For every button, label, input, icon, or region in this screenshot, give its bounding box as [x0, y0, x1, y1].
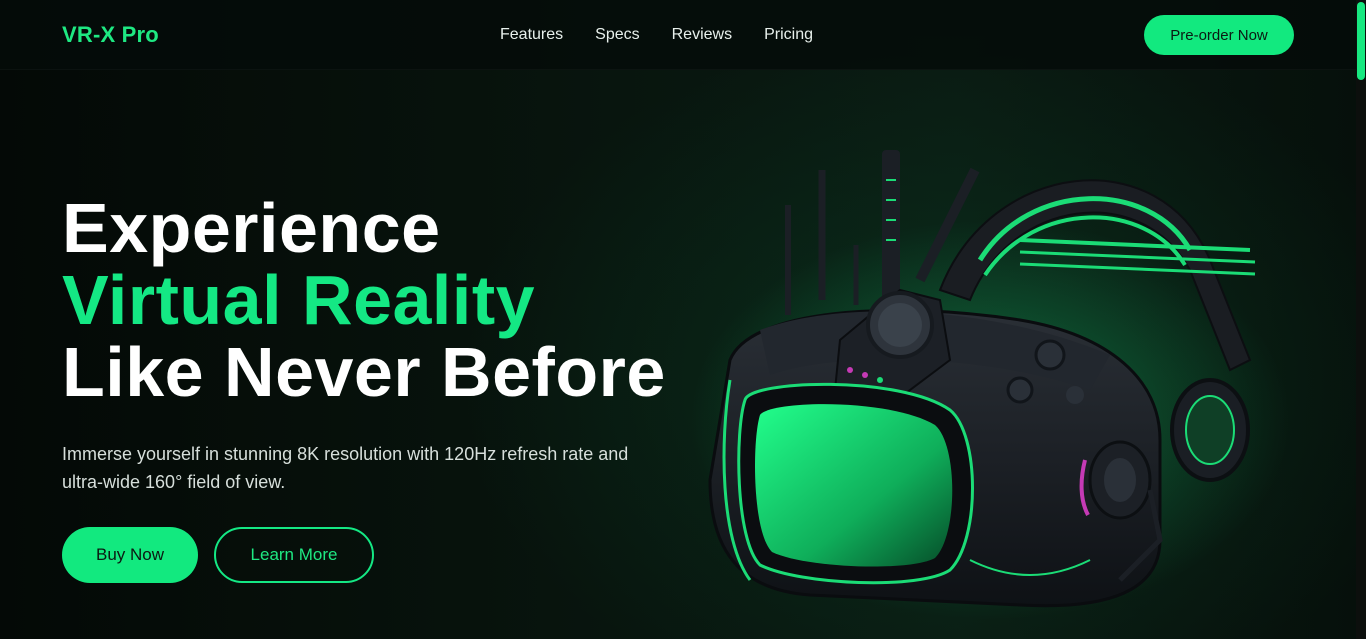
hero-line-1: Experience: [62, 189, 441, 267]
nav-link-features[interactable]: Features: [500, 26, 563, 44]
nav-link-specs[interactable]: Specs: [595, 26, 639, 44]
buy-now-button[interactable]: Buy Now: [62, 527, 198, 583]
vr-headset-image: [690, 150, 1290, 620]
preorder-button[interactable]: Pre-order Now: [1144, 15, 1294, 55]
learn-more-button[interactable]: Learn More: [214, 527, 374, 583]
hero-subtitle: Immerse yourself in stunning 8K resoluti…: [62, 444, 629, 492]
page-scrollbar[interactable]: [1356, 0, 1366, 639]
hero-line-2: Virtual Reality: [62, 261, 536, 339]
nav-link-pricing[interactable]: Pricing: [764, 26, 813, 44]
hero-line-3: Like Never Before: [62, 333, 666, 411]
brand-logo[interactable]: VR-X Pro: [62, 22, 159, 48]
scrollbar-thumb[interactable]: [1357, 2, 1365, 80]
top-navbar: VR-X Pro Features Specs Reviews Pricing …: [0, 0, 1356, 70]
nav-links: Features Specs Reviews Pricing: [500, 26, 813, 44]
nav-link-reviews[interactable]: Reviews: [672, 26, 732, 44]
hero-heading: Experience Virtual Reality Like Never Be…: [62, 192, 666, 408]
